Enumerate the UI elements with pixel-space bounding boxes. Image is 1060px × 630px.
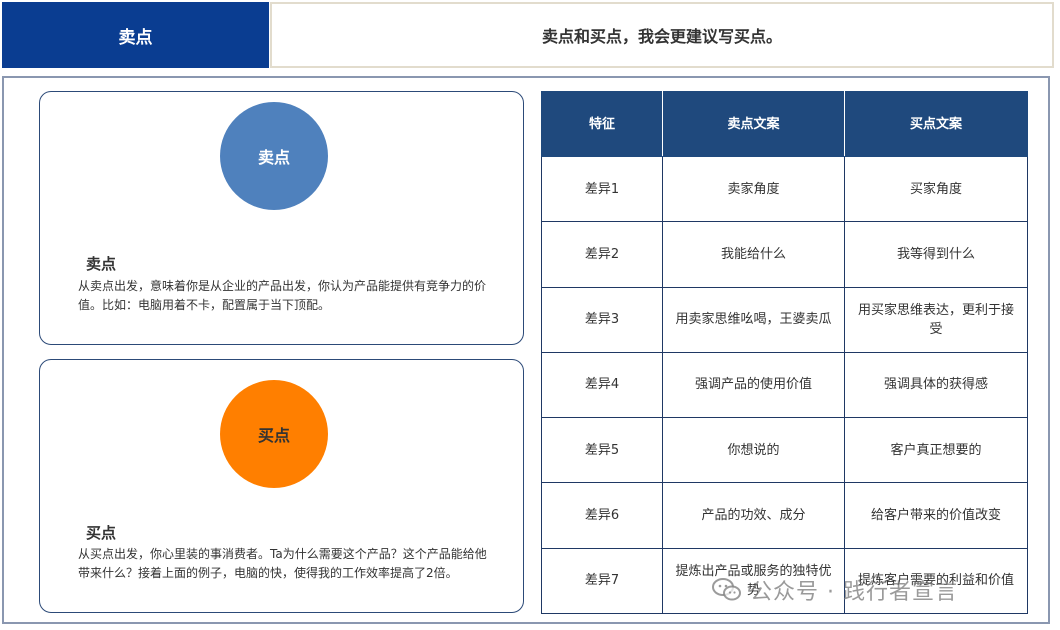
table-header-row: 特征 卖点文案 买点文案 bbox=[541, 91, 1028, 157]
header-subtitle-bar: 卖点和买点，我会更建议写买点。 bbox=[270, 2, 1054, 68]
table-cell-buying: 我等得到什么 bbox=[844, 221, 1028, 288]
table-row: 差异5 你想说的 客户真正想要的 bbox=[541, 417, 1028, 484]
header-buying-copy: 买点文案 bbox=[844, 91, 1028, 157]
table-cell-buying: 买家角度 bbox=[844, 155, 1028, 223]
buying-point-text: 从买点出发，你心里装的事消费者。Ta为什么需要这个产品？这个产品能给他带来什么？… bbox=[78, 547, 487, 580]
table-cell-buying: 给客户带来的价值改变 bbox=[844, 482, 1028, 549]
table-cell-selling: 卖家角度 bbox=[662, 155, 845, 223]
table-cell-selling: 我能给什么 bbox=[662, 221, 845, 288]
table-cell-selling: 强调产品的使用价值 bbox=[662, 351, 845, 419]
watermark-text: 公众号 · 践行者宣言 bbox=[750, 580, 958, 605]
table-cell-feature: 差异6 bbox=[541, 482, 663, 549]
selling-point-card: 卖点 卖点 从卖点出发，意味着你是从企业的产品出发，你认为产品能提供有竞争力的价… bbox=[39, 91, 524, 345]
header-tab-label: 卖点 bbox=[118, 27, 153, 48]
table-row: 差异4 强调产品的使用价值 强调具体的获得感 bbox=[541, 351, 1028, 419]
table-cell-feature: 差异7 bbox=[541, 547, 663, 615]
buying-point-circle-label: 买点 bbox=[257, 426, 290, 445]
comparison-table: 特征 卖点文案 买点文案 差异1 卖家角度 买家角度 差异2 我能给什么 我等得… bbox=[541, 91, 1028, 615]
table-cell-feature: 差异1 bbox=[541, 155, 663, 223]
header-tab[interactable]: 卖点 bbox=[2, 2, 269, 68]
wechat-icon bbox=[712, 577, 742, 603]
table-cell-buying: 客户真正想要的 bbox=[844, 417, 1028, 484]
selling-point-circle: 卖点 bbox=[220, 102, 328, 210]
table-row: 差异2 我能给什么 我等得到什么 bbox=[541, 221, 1028, 288]
table-cell-feature: 差异5 bbox=[541, 417, 663, 484]
table-row: 差异3 用卖家思维吆喝，王婆卖瓜 用买家思维表达，更利于接受 bbox=[541, 286, 1028, 353]
table-cell-selling: 产品的功效、成分 bbox=[662, 482, 845, 549]
table-cell-selling: 用卖家思维吆喝，王婆卖瓜 bbox=[662, 286, 845, 353]
table-cell-feature: 差异2 bbox=[541, 221, 663, 288]
table-cell-buying: 强调具体的获得感 bbox=[844, 351, 1028, 419]
selling-point-circle-label: 卖点 bbox=[257, 148, 290, 167]
table-cell-selling: 你想说的 bbox=[662, 417, 845, 484]
header-subtitle: 卖点和买点，我会更建议写买点。 bbox=[541, 27, 782, 46]
table-cell-feature: 差异3 bbox=[541, 286, 663, 353]
table-cell-feature: 差异4 bbox=[541, 351, 663, 419]
buying-point-title: 买点 bbox=[86, 524, 117, 542]
header-feature: 特征 bbox=[541, 91, 663, 157]
buying-point-circle: 买点 bbox=[220, 380, 328, 488]
table-row: 差异1 卖家角度 买家角度 bbox=[541, 155, 1028, 223]
table-cell-buying: 用买家思维表达，更利于接受 bbox=[844, 286, 1028, 353]
table-row: 差异6 产品的功效、成分 给客户带来的价值改变 bbox=[541, 482, 1028, 549]
buying-point-card: 买点 买点 从买点出发，你心里装的事消费者。Ta为什么需要这个产品？这个产品能给… bbox=[39, 359, 524, 613]
selling-point-title: 卖点 bbox=[86, 255, 117, 273]
header-selling-copy: 卖点文案 bbox=[662, 91, 845, 157]
watermark: 公众号 · 践行者宣言 bbox=[712, 572, 958, 608]
selling-point-text: 从卖点出发，意味着你是从企业的产品出发，你认为产品能提供有竞争力的价值。比如：电… bbox=[78, 279, 487, 312]
